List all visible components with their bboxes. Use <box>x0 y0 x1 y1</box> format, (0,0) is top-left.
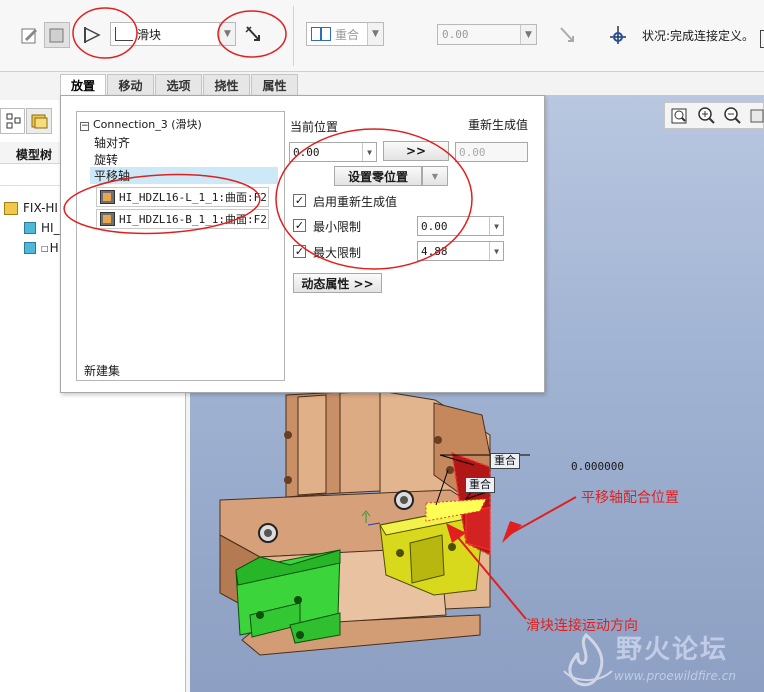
watermark-logo: 野火论坛 www.proewildfire.cn <box>554 625 764 692</box>
part-icon <box>24 242 36 254</box>
max-limit-value: 4.88 <box>421 244 448 258</box>
offset-dimension[interactable]: 0.000000 <box>571 460 624 473</box>
part-icon <box>24 222 36 234</box>
tab-move[interactable]: 移动 <box>107 74 154 95</box>
min-limit-checkbox[interactable]: ✓ <box>293 219 306 232</box>
set-rotation[interactable]: 旋转 <box>94 151 118 168</box>
constraint-type-value: 重合 <box>335 27 360 42</box>
min-limit-field[interactable]: 0.00 ▼ <box>417 216 504 236</box>
regen-value-field[interactable]: 0.00 <box>455 142 528 162</box>
max-limit-checkbox[interactable]: ✓ <box>293 245 306 258</box>
tree-item-assembly[interactable]: FIX-HI <box>4 201 58 215</box>
min-limit-label: 最小限制 <box>313 220 362 234</box>
connection-title[interactable]: Connection_3 (滑块) <box>93 116 202 132</box>
new-set-link[interactable]: 新建集 <box>84 362 120 379</box>
surface-ref-icon <box>100 190 115 204</box>
offset-value: 0.00 <box>442 28 469 41</box>
max-limit-label: 最大限制 <box>313 246 362 260</box>
zoom-out-icon[interactable] <box>722 106 742 126</box>
chevron-down-icon: ▼ <box>367 23 383 45</box>
tree-item-part-2[interactable]: □ H <box>24 241 59 255</box>
zoom-in-icon[interactable] <box>696 106 716 126</box>
reference-row-2[interactable]: HI_HDZL16-B_1_1:曲面:F2( <box>96 209 269 229</box>
dynamic-properties-button[interactable]: 动态属性 >> <box>293 273 382 293</box>
coincident-icon <box>311 27 331 41</box>
enable-regen-checkbox[interactable]: ✓ <box>293 194 306 207</box>
view-toolbar <box>664 102 764 129</box>
flame-logo-icon <box>563 632 613 687</box>
current-position-value: 0.00 <box>293 145 320 159</box>
current-position-label: 当前位置 <box>290 120 339 134</box>
tab-flexibility[interactable]: 挠性 <box>203 74 250 95</box>
collapse-icon[interactable]: − <box>80 117 89 131</box>
reference-label: HI_HDZL16-B_1_1:曲面:F2( <box>119 213 269 226</box>
watermark-url: www.proewildfire.cn <box>614 669 736 683</box>
folder-browser-tab[interactable] <box>26 108 52 134</box>
flip-disabled-icon[interactable] <box>555 23 577 45</box>
tree-item-label: H <box>49 241 59 255</box>
coincident-tag-1[interactable]: 重合 <box>490 453 520 469</box>
tree-item-part-1[interactable]: HI_ <box>24 221 60 235</box>
watermark-title: 野火论坛 <box>616 635 729 665</box>
set-zero-dropdown-icon[interactable]: ▼ <box>422 166 448 186</box>
chevron-down-icon: ▼ <box>362 143 376 161</box>
status-text: 状况:完成连接定义。 <box>642 29 755 43</box>
set-zero-button[interactable]: 设置零位置 <box>334 166 422 186</box>
toolbar-annotation-ellipses <box>72 7 287 59</box>
regen-value: 0.00 <box>459 145 486 159</box>
set-axis-alignment[interactable]: 轴对齐 <box>94 134 130 151</box>
tree-item-label: FIX-HI <box>23 201 58 215</box>
coordinate-system-icon <box>606 23 628 45</box>
chevron-down-icon: ▼ <box>489 242 503 260</box>
status-indicator <box>760 30 764 48</box>
chevron-down-icon: ▼ <box>489 217 503 235</box>
annotation-translation-axis: 平移轴配合位置 <box>581 490 679 506</box>
max-limit-field[interactable]: 4.88 ▼ <box>417 241 504 261</box>
model-tree-title: 模型树 <box>16 148 53 162</box>
tree-item-label: HI_ <box>41 221 60 235</box>
model-tree-tab[interactable] <box>0 108 25 134</box>
tab-placement[interactable]: 放置 <box>60 74 106 96</box>
refit-icon[interactable] <box>669 106 689 126</box>
chevron-down-icon: ▼ <box>520 25 536 44</box>
tab-properties[interactable]: 属性 <box>251 74 298 95</box>
enable-regen-label: 启用重新生成值 <box>313 195 398 209</box>
reference-row-1[interactable]: HI_HDZL16-L_1_1:曲面:F2( <box>96 187 269 207</box>
min-limit-value: 0.00 <box>421 219 448 233</box>
offset-select[interactable]: 0.00 ▼ <box>437 24 537 45</box>
set-translation-axis[interactable]: 平移轴 <box>90 167 278 184</box>
copy-to-regen-button[interactable]: >> <box>383 141 449 161</box>
tab-options[interactable]: 选项 <box>155 74 202 95</box>
coincident-tag-2[interactable]: 重合 <box>465 477 495 493</box>
regen-value-label: 重新生成值 <box>468 118 529 132</box>
constraint-type-select[interactable]: 重合 ▼ <box>306 22 384 46</box>
current-position-field[interactable]: 0.00 ▼ <box>289 142 377 162</box>
placement-marker-icon: □ <box>41 243 49 253</box>
reference-label: HI_HDZL16-L_1_1:曲面:F2( <box>119 191 269 204</box>
repaint-icon[interactable] <box>747 106 764 126</box>
top-toolbar: 滑块 ▼ 重合 ▼ 0.00 ▼ 状况:完成连接定义。 <box>0 0 764 72</box>
assembly-icon <box>4 201 18 215</box>
surface-ref-icon <box>100 212 115 226</box>
